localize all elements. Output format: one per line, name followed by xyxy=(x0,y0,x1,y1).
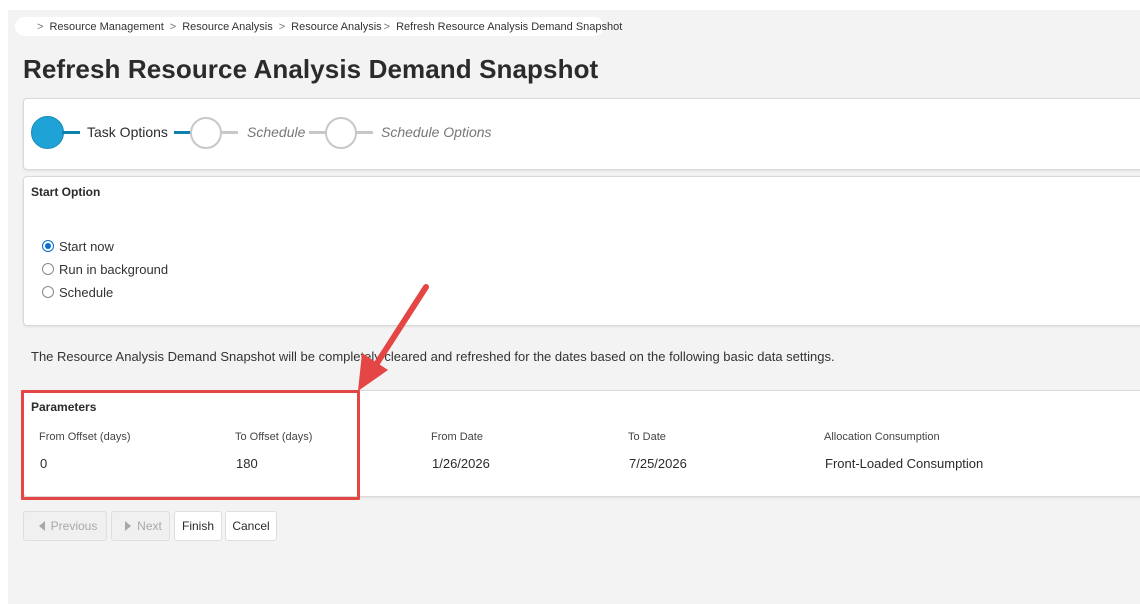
radio-label: Run in background xyxy=(59,261,169,277)
breadcrumb-item-resource-management[interactable]: Resource Management xyxy=(49,21,163,33)
chevron-right-icon xyxy=(125,521,132,531)
start-option-panel xyxy=(23,176,1140,326)
step-task-options-label[interactable]: Task Options xyxy=(87,124,168,140)
radio-unchecked-icon[interactable] xyxy=(42,263,54,275)
radio-label: Start now xyxy=(59,238,114,254)
chevron-right-icon: > xyxy=(169,20,177,33)
step-task-options-indicator[interactable] xyxy=(31,116,64,149)
annotation-highlight-box xyxy=(21,390,360,500)
param-value-allocation: Front-Loaded Consumption xyxy=(825,456,984,471)
breadcrumb: > Resource Management > Resource Analysi… xyxy=(15,17,622,36)
radio-start-now[interactable]: Start now xyxy=(42,237,114,255)
chevron-right-icon: > xyxy=(278,20,286,33)
param-label-from-date: From Date xyxy=(431,431,483,443)
page-title: Refresh Resource Analysis Demand Snapsho… xyxy=(23,54,599,84)
breadcrumb-item-resource-analysis[interactable]: Resource Analysis xyxy=(182,21,273,33)
chevron-left-icon xyxy=(38,521,45,531)
cancel-button[interactable]: Cancel xyxy=(225,511,277,541)
start-option-title: Start Option xyxy=(31,185,101,199)
radio-label: Schedule xyxy=(59,284,114,300)
step-connector xyxy=(62,131,80,134)
step-schedule-options-label[interactable]: Schedule Options xyxy=(381,124,492,140)
step-connector xyxy=(355,131,373,134)
next-button-label: Next xyxy=(137,519,162,533)
cancel-button-label: Cancel xyxy=(232,519,270,533)
radio-checked-icon[interactable] xyxy=(42,240,54,252)
chevron-right-icon: > xyxy=(383,20,391,33)
step-connector xyxy=(220,131,238,134)
annotation-arrow-icon xyxy=(358,284,429,391)
finish-button[interactable]: Finish xyxy=(174,511,222,541)
step-schedule-options-indicator[interactable] xyxy=(325,117,357,149)
previous-button[interactable]: Previous xyxy=(23,511,107,541)
previous-button-label: Previous xyxy=(50,519,98,533)
step-schedule-indicator[interactable] xyxy=(190,117,222,149)
breadcrumb-item-resource-analysis-2[interactable]: Resource Analysis xyxy=(291,21,382,33)
next-button[interactable]: Next xyxy=(111,511,170,541)
chevron-right-icon: > xyxy=(37,20,44,33)
step-schedule-label[interactable]: Schedule xyxy=(247,124,305,140)
breadcrumb-item-current: Refresh Resource Analysis Demand Snapsho… xyxy=(396,20,623,33)
param-label-to-date: To Date xyxy=(628,431,666,443)
param-value-to-date: 7/25/2026 xyxy=(629,456,687,471)
finish-button-label: Finish xyxy=(181,519,214,533)
radio-schedule[interactable]: Schedule xyxy=(42,283,113,301)
radio-unchecked-icon[interactable] xyxy=(42,286,54,298)
param-label-allocation: Allocation Consumption xyxy=(824,431,940,443)
param-value-from-date: 1/26/2026 xyxy=(432,456,490,471)
radio-run-in-background[interactable]: Run in background xyxy=(42,260,168,278)
